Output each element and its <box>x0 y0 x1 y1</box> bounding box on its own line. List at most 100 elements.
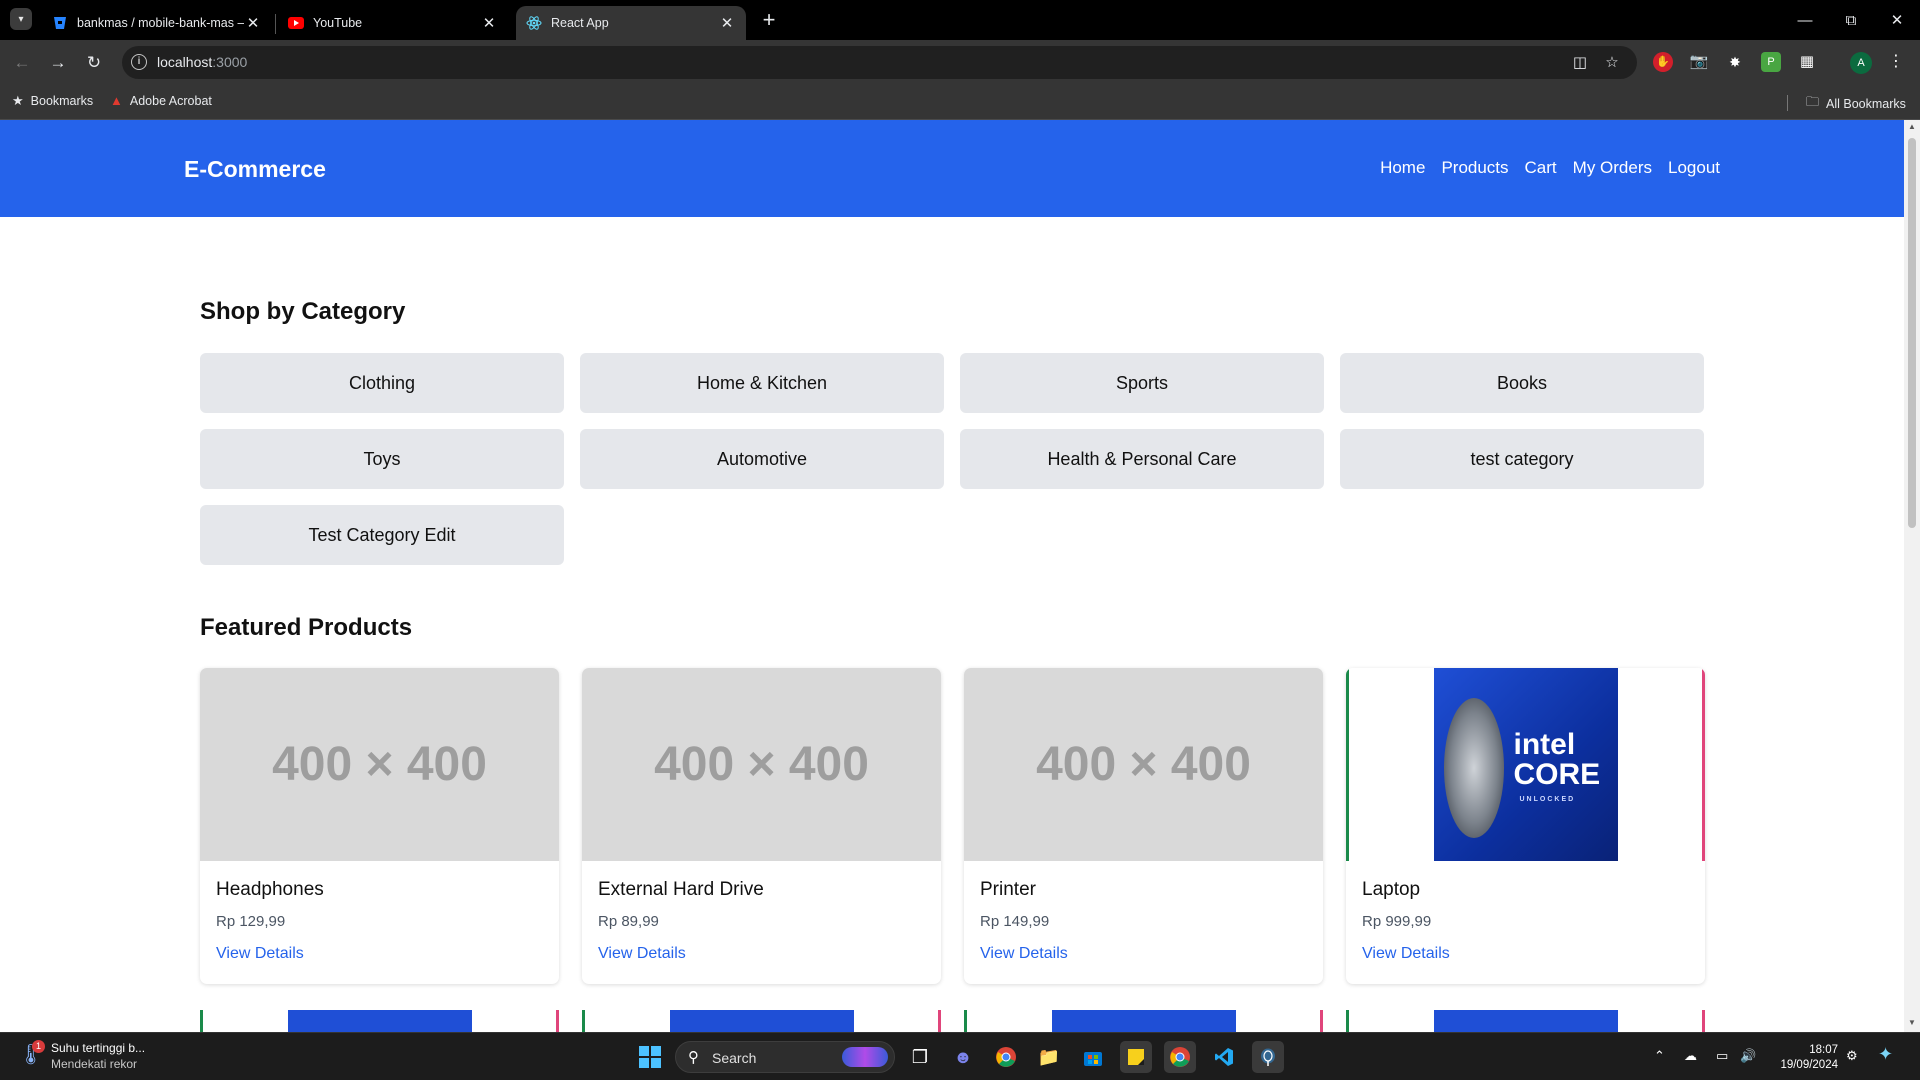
bookmarks-bar: ★ Bookmarks ▲ Adobe Acrobat 🗀 All Bookma… <box>0 85 1920 120</box>
bookmarks-divider <box>1787 95 1788 111</box>
camera-extension-icon[interactable]: 📷 <box>1689 52 1709 72</box>
vscode-icon[interactable] <box>1208 1041 1240 1073</box>
product-image-peek <box>670 1010 854 1032</box>
product-name: External Hard Drive <box>598 879 764 900</box>
close-tab-icon[interactable]: ✕ <box>480 14 498 32</box>
reload-icon[interactable]: ↻ <box>81 50 107 76</box>
address-bar[interactable]: i localhost:3000 ◫ ☆ <box>122 46 1637 79</box>
close-window-icon[interactable]: ✕ <box>1874 0 1920 40</box>
green-extension-icon[interactable]: P <box>1761 52 1781 72</box>
nav-home[interactable]: Home <box>1380 158 1425 178</box>
category-home-kitchen[interactable]: Home & Kitchen <box>580 353 944 413</box>
unlocked-text: UNLOCKED <box>1519 796 1576 803</box>
restore-icon[interactable]: ⧉ <box>1828 0 1874 40</box>
close-tab-icon[interactable]: ✕ <box>718 14 736 32</box>
close-tab-icon[interactable]: ✕ <box>244 14 262 32</box>
category-clothing[interactable]: Clothing <box>200 353 564 413</box>
bookmarks-folder[interactable]: ★ Bookmarks <box>12 93 93 109</box>
tab-title: YouTube <box>313 16 363 30</box>
taskbar-search[interactable]: ⚲ Search <box>675 1041 895 1073</box>
product-image-peek <box>1434 1010 1618 1032</box>
thermometer-icon: 🌡 1 <box>18 1040 45 1066</box>
profile-avatar[interactable]: A <box>1850 52 1872 74</box>
all-bookmarks[interactable]: 🗀 All Bookmarks <box>1806 93 1906 115</box>
nav-links: Home Products Cart My Orders Logout <box>1380 158 1720 178</box>
page-scrollbar[interactable]: ▲ ▼ <box>1904 120 1920 1032</box>
volume-icon[interactable]: 🔊 <box>1740 1048 1756 1064</box>
view-details-link[interactable]: View Details <box>1362 945 1450 963</box>
sticky-notes-icon[interactable] <box>1120 1041 1152 1073</box>
bookmark-adobe-acrobat[interactable]: ▲ Adobe Acrobat <box>110 93 212 108</box>
tab-divider <box>275 14 276 34</box>
tab-search-icon[interactable]: ▾ <box>10 8 32 30</box>
tab-youtube[interactable]: YouTube ✕ <box>278 6 508 40</box>
chrome-icon[interactable] <box>990 1041 1022 1073</box>
view-details-link[interactable]: View Details <box>598 945 686 963</box>
chrome-profile-icon[interactable] <box>1164 1041 1196 1073</box>
extension-icon[interactable]: ✋ <box>1653 52 1673 72</box>
cpu-disc-graphic <box>1443 698 1504 838</box>
nav-cart[interactable]: Cart <box>1525 158 1557 178</box>
intel-logo-text: intel CORE <box>1513 728 1601 791</box>
intel-core-box-image: intel CORE UNLOCKED <box>1433 668 1618 861</box>
taskbar-clock[interactable]: 18:07 19/09/2024 <box>1776 1043 1838 1073</box>
category-toys[interactable]: Toys <box>200 429 564 489</box>
category-books[interactable]: Books <box>1340 353 1704 413</box>
task-view-icon[interactable]: ❐ <box>904 1041 936 1073</box>
url-host: localhost <box>157 54 213 70</box>
network-icon[interactable]: ▭ <box>1716 1048 1728 1064</box>
teams-icon[interactable]: ☻ <box>947 1041 979 1073</box>
page-viewport: E-Commerce Home Products Cart My Orders … <box>0 120 1904 1032</box>
product-image-placeholder: 400 × 400 <box>582 668 941 861</box>
browser-toolbar: ← → ↻ i localhost:3000 ◫ ☆ <box>0 40 1920 85</box>
bookmark-star-icon[interactable]: ☆ <box>1602 53 1622 73</box>
more-menu-icon[interactable]: ⋮ <box>1886 52 1906 72</box>
url-text[interactable]: localhost:3000 <box>157 54 247 70</box>
view-details-link[interactable]: View Details <box>980 945 1068 963</box>
category-sports[interactable]: Sports <box>960 353 1324 413</box>
nav-logout[interactable]: Logout <box>1668 158 1720 178</box>
product-image-placeholder: 400 × 400 <box>200 668 559 861</box>
nav-my-orders[interactable]: My Orders <box>1573 158 1652 178</box>
product-card-next-row <box>200 1010 559 1032</box>
extensions-icon[interactable]: ▦ <box>1797 52 1817 72</box>
product-name: Headphones <box>216 879 324 900</box>
tab-bankmas[interactable]: bankmas / mobile-bank-mas — ✕ <box>42 6 272 40</box>
tab-title: bankmas / mobile-bank-mas — <box>77 16 244 30</box>
back-arrow-icon[interactable]: ← <box>9 50 35 76</box>
category-automotive[interactable]: Automotive <box>580 429 944 489</box>
onedrive-icon[interactable]: ☁ <box>1684 1048 1697 1064</box>
new-tab-plus-icon[interactable]: + <box>757 9 781 33</box>
microsoft-store-icon[interactable] <box>1077 1041 1109 1073</box>
search-highlight-image <box>842 1047 888 1067</box>
product-image-peek <box>1052 1010 1236 1032</box>
nav-products[interactable]: Products <box>1441 158 1508 178</box>
weather-title: Suhu tertinggi b... <box>51 1041 146 1055</box>
all-bookmarks-label: All Bookmarks <box>1826 97 1906 111</box>
clock-date: 19/09/2024 <box>1780 1059 1838 1071</box>
minimize-icon[interactable]: — <box>1782 0 1828 40</box>
product-image-placeholder: 400 × 400 <box>964 668 1323 861</box>
install-app-icon[interactable]: ◫ <box>1570 53 1590 73</box>
category-health-personal-care[interactable]: Health & Personal Care <box>960 429 1324 489</box>
scroll-thumb[interactable] <box>1908 138 1916 528</box>
copilot-icon[interactable]: ✦ <box>1878 1044 1893 1065</box>
category-test-category-edit[interactable]: Test Category Edit <box>200 505 564 565</box>
react-icon <box>526 15 542 31</box>
file-explorer-icon[interactable]: 📁 <box>1033 1041 1065 1073</box>
windows-start-icon[interactable] <box>634 1041 666 1073</box>
scroll-up-icon[interactable]: ▲ <box>1907 122 1917 131</box>
bitbucket-icon <box>52 15 68 31</box>
show-hidden-icons-icon[interactable]: ⌃ <box>1654 1048 1665 1064</box>
weather-widget[interactable]: 🌡 1 Suhu tertinggi b... Mendekati rekor <box>18 1040 146 1071</box>
notification-icon[interactable]: ⚙ <box>1846 1048 1858 1064</box>
puzzle-extension-icon[interactable]: ✸ <box>1725 52 1745 72</box>
site-info-icon[interactable]: i <box>131 54 147 70</box>
postgresql-icon[interactable] <box>1252 1041 1284 1073</box>
site-brand[interactable]: E-Commerce <box>184 156 326 183</box>
view-details-link[interactable]: View Details <box>216 945 304 963</box>
category-test-category[interactable]: test category <box>1340 429 1704 489</box>
scroll-down-icon[interactable]: ▼ <box>1907 1018 1917 1027</box>
tab-react-app[interactable]: React App ✕ <box>516 6 746 40</box>
forward-arrow-icon[interactable]: → <box>45 50 71 76</box>
